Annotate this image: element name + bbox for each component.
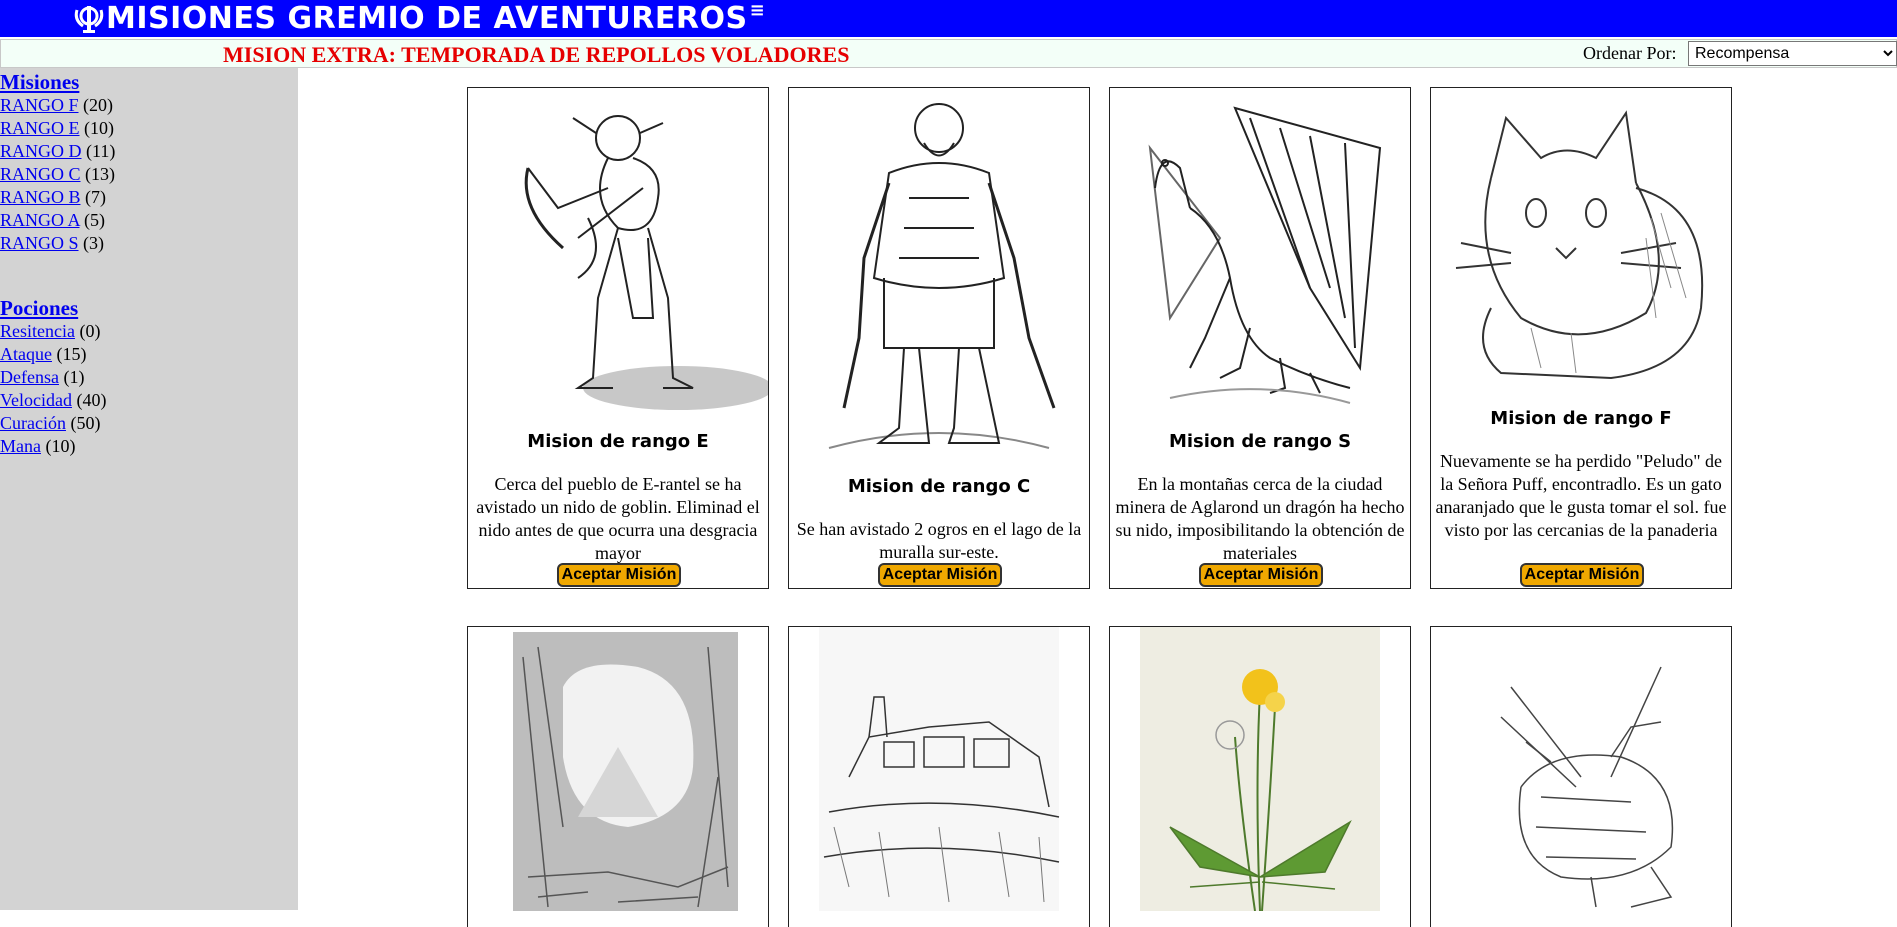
- accept-mission-button[interactable]: Aceptar Misión: [878, 563, 1002, 587]
- potion-velocidad-link[interactable]: Velocidad: [0, 390, 72, 410]
- potion-item: Resitencia (0): [0, 320, 106, 343]
- pociones-section: Pociones Resitencia (0) Ataque (15) Defe…: [0, 296, 106, 458]
- sort-select[interactable]: Recompensa: [1688, 41, 1897, 66]
- potion-defensa-link[interactable]: Defensa: [0, 367, 59, 387]
- rank-item: RANGO S (3): [0, 232, 115, 255]
- mission-description: Se han avistado 2 ogros en el lago de la…: [796, 519, 1082, 562]
- header-bar: MISIONES GREMIO DE AVENTUREROS ≡: [0, 0, 1897, 37]
- potion-ataque-link[interactable]: Ataque: [0, 344, 52, 364]
- site-title: MISIONES GREMIO DE AVENTUREROS: [106, 1, 748, 36]
- potion-count: (15): [56, 344, 87, 364]
- mission-card: [788, 626, 1090, 927]
- rank-c-link[interactable]: RANGO C: [0, 164, 81, 184]
- mission-description: Cerca del pueblo de E-rantel se ha avist…: [476, 474, 760, 563]
- pociones-heading-link[interactable]: Pociones: [0, 296, 78, 320]
- mission-title: Mision de rango E: [527, 431, 709, 452]
- crayfish-illustration: [1500, 666, 1674, 908]
- potion-count: (0): [79, 321, 101, 341]
- misiones-list: RANGO F (20) RANGO E (10) RANGO D (11) R…: [0, 94, 115, 255]
- potion-curacion-link[interactable]: Curación: [0, 413, 66, 433]
- misiones-section: Misiones RANGO F (20) RANGO E (10) RANGO…: [0, 70, 115, 255]
- goblin-illustration: [524, 115, 768, 410]
- accept-mission-button[interactable]: Aceptar Misión: [557, 563, 681, 587]
- rank-count: (20): [83, 95, 114, 115]
- mission-title: Mision de rango S: [1168, 431, 1352, 452]
- mission-card: [1109, 626, 1411, 927]
- potion-item: Mana (10): [0, 435, 106, 458]
- potion-resitencia-link[interactable]: Resitencia: [0, 321, 75, 341]
- potion-count: (1): [63, 367, 85, 387]
- rank-item: RANGO E (10): [0, 117, 115, 140]
- rank-item: RANGO D (11): [0, 140, 115, 163]
- mission-card: Mision de rango F Nuevamente se ha perdi…: [1430, 87, 1732, 589]
- rank-item: RANGO C (13): [0, 163, 115, 186]
- dragon-illustration: [1148, 106, 1382, 404]
- pociones-list: Resitencia (0) Ataque (15) Defensa (1) V…: [0, 320, 106, 458]
- rank-count: (7): [85, 187, 107, 207]
- mission-card: [1430, 626, 1732, 927]
- potion-mana-link[interactable]: Mana: [0, 436, 41, 456]
- rank-b-link[interactable]: RANGO B: [0, 187, 81, 207]
- cave-illustration: [513, 632, 738, 911]
- mission-card: Mision de rango E Cerca del pueblo de E-…: [467, 87, 769, 589]
- sidebar: Misiones RANGO F (20) RANGO E (10) RANGO…: [0, 68, 298, 910]
- rank-e-link[interactable]: RANGO E: [0, 118, 80, 138]
- mission-title: Mision de rango C: [847, 476, 1031, 497]
- rank-count: (11): [86, 141, 116, 161]
- rank-s-link[interactable]: RANGO S: [0, 233, 79, 253]
- notice-bar: MISION EXTRA: TEMPORADA DE REPOLLOS VOLA…: [0, 39, 1897, 68]
- mission-description: En la montañas cerca de la ciudad minera…: [1115, 474, 1405, 563]
- mission-card: Mision de rango C Se han avistado 2 ogro…: [788, 87, 1090, 589]
- rank-f-link[interactable]: RANGO F: [0, 95, 79, 115]
- potion-item: Curación (50): [0, 412, 106, 435]
- potion-item: Velocidad (40): [0, 389, 106, 412]
- menu-icon[interactable]: ≡: [750, 0, 766, 21]
- mission-title: Mision de rango F: [1490, 408, 1672, 429]
- rank-count: (5): [84, 210, 106, 230]
- rank-d-link[interactable]: RANGO D: [0, 141, 82, 161]
- cat-illustration: [1455, 110, 1704, 380]
- rank-count: (10): [84, 118, 114, 138]
- rank-item: RANGO F (20): [0, 94, 115, 117]
- village-illustration: [819, 627, 1060, 911]
- rank-a-link[interactable]: RANGO A: [0, 210, 80, 230]
- accept-mission-button[interactable]: Aceptar Misión: [1520, 563, 1644, 587]
- site-logo[interactable]: MISIONES GREMIO DE AVENTUREROS ≡: [74, 0, 765, 37]
- potion-item: Defensa (1): [0, 366, 106, 389]
- potion-count: (50): [70, 413, 101, 433]
- sort-label: Ordenar Por:: [1583, 43, 1677, 63]
- potion-item: Ataque (15): [0, 343, 106, 366]
- misiones-heading-link[interactable]: Misiones: [0, 70, 79, 94]
- mission-description: Nuevamente se ha perdido "Peludo" de la …: [1435, 451, 1727, 540]
- rank-item: RANGO B (7): [0, 186, 115, 209]
- extra-mission-notice: MISION EXTRA: TEMPORADA DE REPOLLOS VOLA…: [223, 42, 850, 67]
- ogre-illustration: [828, 103, 1056, 449]
- dandelion-illustration: [1140, 627, 1380, 911]
- rank-count: (3): [83, 233, 105, 253]
- rank-count: (13): [85, 164, 116, 184]
- potion-count: (10): [45, 436, 76, 456]
- rank-item: RANGO A (5): [0, 209, 115, 232]
- mission-card: Mision de rango S En la montañas cerca d…: [1109, 87, 1411, 589]
- khanda-emblem-icon: [74, 5, 104, 33]
- potion-count: (40): [76, 390, 107, 410]
- accept-mission-button[interactable]: Aceptar Misión: [1199, 563, 1323, 587]
- mission-card: [467, 626, 769, 927]
